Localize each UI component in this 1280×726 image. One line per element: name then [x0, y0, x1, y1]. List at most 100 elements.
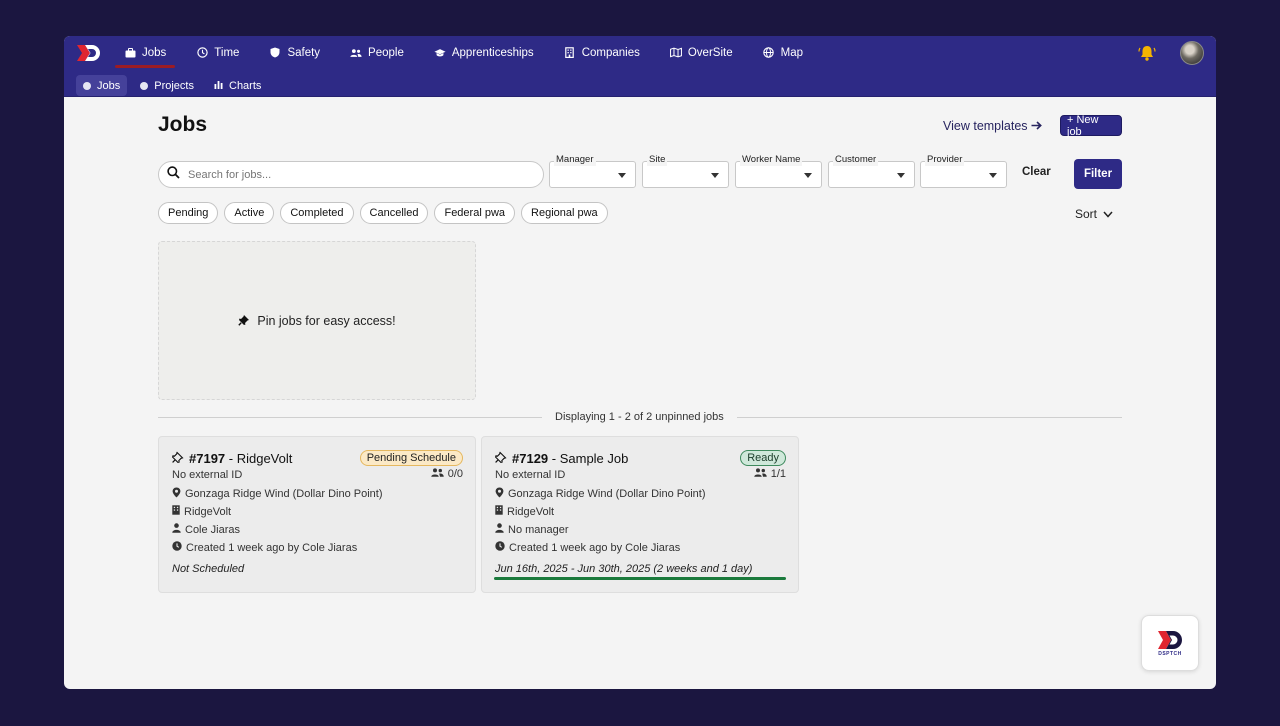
- workers-count: 0/0: [447, 468, 463, 480]
- main-nav: Jobs Time Safety People Apprenticeships …: [114, 36, 833, 69]
- nav-item-people[interactable]: People: [350, 36, 404, 69]
- chevron-down-icon: [711, 173, 719, 178]
- pin-outline-icon[interactable]: [494, 451, 507, 466]
- nav-label: People: [368, 46, 404, 59]
- page-title: Jobs: [158, 113, 208, 136]
- nav-item-time[interactable]: Time: [196, 36, 239, 69]
- new-job-button[interactable]: + New job: [1060, 114, 1122, 138]
- job-created: Created 1 week ago by Cole Jiaras: [495, 541, 680, 554]
- users-icon: [431, 468, 444, 480]
- pin-outline-icon[interactable]: [171, 451, 184, 466]
- workers-count: 1/1: [770, 468, 786, 480]
- site-select-label: Site: [647, 154, 668, 166]
- nav-item-jobs[interactable]: Jobs: [114, 36, 176, 69]
- pinned-empty-text: Pin jobs for easy access!: [257, 313, 396, 328]
- building-icon: [172, 505, 180, 518]
- job-site-text: Gonzaga Ridge Wind (Dollar Dino Point): [185, 488, 383, 500]
- building-icon: [495, 505, 503, 518]
- nav-item-companies[interactable]: Companies: [564, 36, 640, 69]
- nav-label: Map: [780, 46, 803, 59]
- chip-pending[interactable]: Pending: [158, 202, 219, 224]
- app-logo-icon[interactable]: [76, 44, 102, 62]
- user-avatar[interactable]: [1180, 41, 1204, 65]
- chevron-down-icon: [989, 173, 997, 178]
- provider-select-label: Provider: [925, 154, 965, 166]
- job-card[interactable]: #7197 - RidgeVolt Pending Schedule No ex…: [158, 436, 476, 593]
- status-badge: Pending Schedule: [359, 450, 463, 466]
- user-icon: [172, 523, 181, 536]
- job-schedule: Jun 16th, 2025 - Jun 30th, 2025 (2 weeks…: [495, 563, 753, 575]
- subnav-item-jobs[interactable]: Jobs: [76, 75, 128, 96]
- manager-select[interactable]: Manager: [549, 154, 636, 188]
- job-card-title: #7129 - Sample Job: [494, 451, 629, 466]
- top-navigation-bar: Jobs Time Safety People Apprenticeships …: [64, 36, 1216, 97]
- chip-active[interactable]: Active: [224, 202, 275, 224]
- sort-dropdown[interactable]: Sort: [1075, 207, 1113, 221]
- filter-button[interactable]: Filter: [1074, 159, 1122, 189]
- nav-label: Time: [214, 46, 240, 59]
- map-pin-icon: [172, 487, 181, 501]
- clock-icon: [495, 541, 505, 554]
- chevron-down-icon: [804, 173, 812, 178]
- subnav-item-charts[interactable]: Charts: [207, 75, 268, 96]
- users-icon: [350, 47, 362, 59]
- chevron-down-icon: [618, 173, 626, 178]
- nav-item-apprenticeships[interactable]: Apprenticeships: [434, 36, 534, 69]
- job-manager-text: Cole Jiaras: [185, 523, 241, 536]
- subnav-label: Jobs: [97, 79, 121, 92]
- chip-federal-pwa[interactable]: Federal pwa: [434, 202, 516, 224]
- job-created-text: Created 1 week ago by Cole Jiaras: [186, 541, 358, 554]
- job-created-text: Created 1 week ago by Cole Jiaras: [509, 541, 681, 554]
- brand-logo-widget[interactable]: DSPTCH: [1141, 615, 1199, 671]
- graduation-cap-icon: [434, 47, 446, 59]
- search-bar[interactable]: [158, 161, 544, 188]
- job-schedule: Not Scheduled: [172, 563, 245, 575]
- notification-bell-icon[interactable]: [1138, 44, 1156, 62]
- job-number: #7129: [512, 451, 549, 466]
- map-pin-icon: [495, 487, 504, 501]
- shield-icon: [269, 47, 281, 59]
- pin-icon: [238, 313, 251, 329]
- chevron-down-icon: [897, 173, 905, 178]
- nav-item-safety[interactable]: Safety: [269, 36, 320, 69]
- map-book-icon: [669, 47, 682, 59]
- nav-item-map[interactable]: Map: [763, 36, 803, 69]
- chip-regional-pwa[interactable]: Regional pwa: [521, 202, 608, 224]
- chip-completed[interactable]: Completed: [280, 202, 354, 224]
- sort-label: Sort: [1075, 207, 1098, 221]
- clock-icon: [196, 47, 208, 59]
- arrow-right-icon: [1031, 119, 1042, 133]
- subnav-item-projects[interactable]: Projects: [133, 75, 201, 96]
- users-icon: [754, 468, 767, 480]
- search-input[interactable]: [188, 168, 528, 181]
- provider-select[interactable]: Provider: [920, 154, 1007, 188]
- job-manager-text: No manager: [508, 523, 569, 536]
- app-window: Jobs Time Safety People Apprenticeships …: [64, 36, 1216, 689]
- worker-name-select[interactable]: Worker Name: [735, 154, 822, 188]
- nav-label: Jobs: [142, 46, 167, 59]
- customer-select[interactable]: Customer: [828, 154, 915, 188]
- nav-item-oversite[interactable]: OverSite: [669, 36, 733, 69]
- job-site: Gonzaga Ridge Wind (Dollar Dino Point): [495, 487, 705, 501]
- sub-navigation: Jobs Projects Charts: [76, 75, 268, 96]
- view-templates-link[interactable]: View templates: [943, 119, 1042, 133]
- clear-button[interactable]: Clear: [1022, 166, 1051, 178]
- job-workers: 1/1: [754, 468, 786, 480]
- worker-name-select-label: Worker Name: [740, 154, 803, 166]
- job-workers: 0/0: [431, 468, 463, 480]
- search-icon: [167, 165, 180, 184]
- manager-select-label: Manager: [554, 154, 596, 166]
- job-name: - Sample Job: [548, 451, 629, 466]
- view-templates-label: View templates: [943, 119, 1028, 133]
- site-select[interactable]: Site: [642, 154, 729, 188]
- listing-summary: Displaying 1 - 2 of 2 unpinned jobs: [542, 411, 737, 423]
- job-card[interactable]: #7129 - Sample Job Ready No external ID …: [481, 436, 799, 593]
- app-logo-icon: [1158, 630, 1182, 649]
- job-site: Gonzaga Ridge Wind (Dollar Dino Point): [172, 487, 382, 501]
- nav-label: Apprenticeships: [451, 46, 534, 59]
- user-icon: [495, 523, 504, 536]
- job-company: RidgeVolt: [172, 505, 231, 518]
- nav-label: Companies: [581, 46, 640, 59]
- chip-cancelled[interactable]: Cancelled: [359, 202, 429, 224]
- job-company-text: RidgeVolt: [507, 505, 555, 518]
